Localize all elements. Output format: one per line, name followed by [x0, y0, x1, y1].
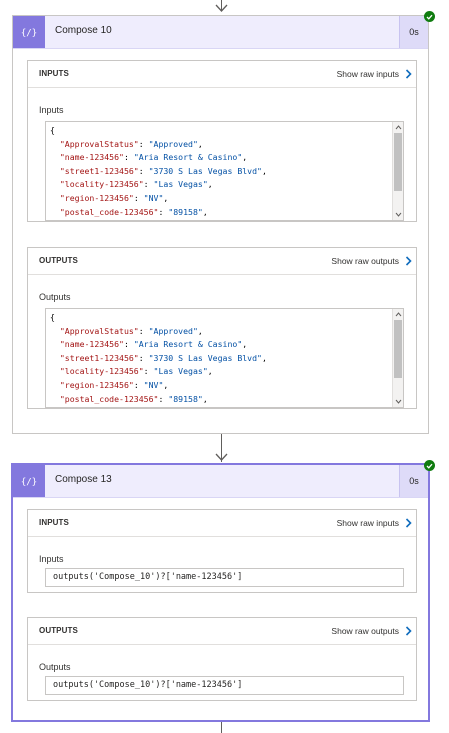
inputs-section-title: INPUTS [39, 518, 69, 527]
show-raw-outputs-label: Show raw outputs [331, 626, 399, 636]
compose-13-title: Compose 13 [55, 474, 112, 485]
compose-13-card[interactable]: {/} Compose 13 0s INPUTS Show raw inputs… [12, 464, 429, 721]
svg-text:{/}: {/} [21, 478, 37, 488]
inputs-field-label: Inputs [39, 554, 64, 564]
compose-13-header[interactable]: {/} Compose 13 0s [13, 465, 428, 498]
code-line: "street1-123456": "3730 S Las Vegas Blvd… [50, 352, 267, 363]
scroll-down-icon[interactable] [394, 397, 403, 406]
inputs-value-box[interactable]: outputs('Compose_10')?['name-123456'] [45, 568, 404, 587]
outputs-scroll-thumb[interactable] [394, 320, 402, 378]
code-line: "ApprovalStatus": "Approved", [50, 138, 203, 149]
outputs-section-title: OUTPUTS [39, 256, 78, 265]
inputs-scrollbar[interactable] [392, 122, 403, 220]
inputs-field-label: Inputs [39, 105, 64, 115]
compose-10-duration: 0s [399, 16, 428, 48]
outputs-section-title: OUTPUTS [39, 626, 78, 635]
outputs-value-box[interactable]: outputs('Compose_10')?['name-123456'] [45, 676, 404, 695]
show-raw-inputs-label: Show raw inputs [336, 518, 399, 528]
compose-10-title: Compose 10 [55, 25, 112, 36]
show-raw-inputs-link[interactable]: Show raw inputs [337, 516, 412, 530]
code-line: "region-123456": "NV", [50, 192, 169, 203]
compose-10-inputs-section: INPUTS Show raw inputs Inputs { "Approva… [27, 60, 417, 222]
code-line: "postal_code-123456": "89158", [50, 393, 208, 404]
outputs-value: outputs('Compose_10')?['name-123456'] [53, 680, 243, 690]
scroll-up-icon[interactable] [394, 310, 403, 319]
chevron-right-icon [405, 256, 412, 266]
outputs-code-lines: { "ApprovalStatus": "Approved", "name-12… [50, 311, 389, 407]
compose-13-duration: 0s [399, 465, 428, 497]
compose-10-outputs-section: OUTPUTS Show raw outputs Outputs { "Appr… [27, 247, 417, 409]
chevron-right-icon [405, 626, 412, 636]
compose-13-inputs-header: INPUTS Show raw inputs [28, 510, 416, 537]
show-raw-outputs-label: Show raw outputs [331, 256, 399, 266]
chevron-right-icon [405, 69, 412, 79]
outputs-field-label: Outputs [39, 662, 71, 672]
inputs-code-lines: { "ApprovalStatus": "Approved", "name-12… [50, 124, 389, 220]
outputs-scrollbar[interactable] [392, 309, 403, 407]
outputs-field-label: Outputs [39, 292, 71, 302]
code-line: { [50, 312, 55, 322]
show-raw-outputs-link[interactable]: Show raw outputs [331, 624, 412, 638]
compose-13-inputs-section: INPUTS Show raw inputs Inputs outputs('C… [27, 509, 417, 593]
compose-13-outputs-section: OUTPUTS Show raw outputs Outputs outputs… [27, 617, 417, 701]
inputs-code-viewer[interactable]: { "ApprovalStatus": "Approved", "name-12… [45, 121, 404, 221]
inputs-value: outputs('Compose_10')?['name-123456'] [53, 572, 243, 582]
show-raw-inputs-link[interactable]: Show raw inputs [337, 67, 412, 81]
inputs-section-title: INPUTS [39, 69, 69, 78]
arrow-down-icon [215, 453, 228, 461]
scroll-up-icon[interactable] [394, 123, 403, 132]
code-line: "country-123456": "USA" [50, 219, 389, 220]
show-raw-inputs-label: Show raw inputs [336, 69, 399, 79]
code-line: "postal_code-123456": "89158", [50, 206, 208, 217]
show-raw-outputs-link[interactable]: Show raw outputs [331, 254, 412, 268]
code-line: "locality-123456": "Las Vegas", [50, 179, 213, 190]
success-check-icon [424, 11, 435, 22]
compose-action-icon: {/} [13, 465, 45, 497]
code-line: "name-123456": "Aria Resort & Casino", [50, 339, 248, 350]
code-line: "ApprovalStatus": "Approved", [50, 325, 203, 336]
code-line: "region-123456": "NV", [50, 379, 169, 390]
compose-13-outputs-header: OUTPUTS Show raw outputs [28, 618, 416, 645]
chevron-right-icon [405, 518, 412, 528]
success-check-icon [424, 460, 435, 471]
inputs-scroll-thumb[interactable] [394, 133, 402, 191]
outputs-code-viewer[interactable]: { "ApprovalStatus": "Approved", "name-12… [45, 308, 404, 408]
code-line: "street1-123456": "3730 S Las Vegas Blvd… [50, 165, 267, 176]
compose-action-icon: {/} [13, 16, 45, 48]
scroll-down-icon[interactable] [394, 210, 403, 219]
code-line: "country-123456": "USA" [50, 406, 389, 407]
code-line: "locality-123456": "Las Vegas", [50, 366, 213, 377]
code-line: "name-123456": "Aria Resort & Casino", [50, 152, 248, 163]
compose-10-header[interactable]: {/} Compose 10 0s [13, 16, 428, 49]
code-line: { [50, 125, 55, 135]
arrow-down-icon [215, 4, 228, 12]
compose-10-outputs-header: OUTPUTS Show raw outputs [28, 248, 416, 275]
compose-10-inputs-header: INPUTS Show raw inputs [28, 61, 416, 88]
compose-10-card[interactable]: {/} Compose 10 0s INPUTS Show raw inputs… [12, 15, 429, 434]
svg-text:{/}: {/} [21, 29, 37, 39]
connector-line-bottom [221, 722, 222, 733]
